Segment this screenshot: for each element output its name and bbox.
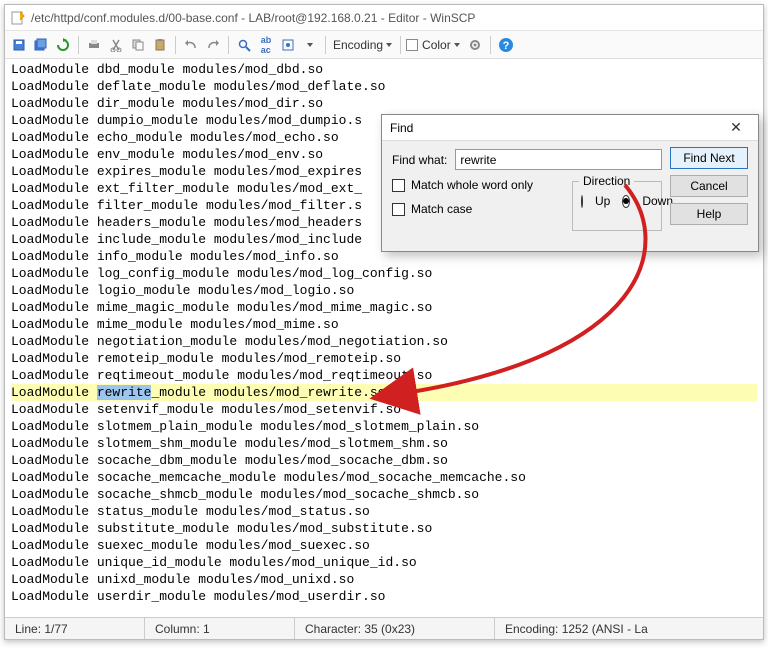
find-dialog-titlebar: Find ✕ xyxy=(382,115,758,141)
editor-line[interactable]: LoadModule suexec_module modules/mod_sue… xyxy=(11,537,757,554)
direction-up-radio[interactable] xyxy=(581,195,583,208)
save-all-icon[interactable] xyxy=(31,35,51,55)
editor-line[interactable]: LoadModule dir_module modules/mod_dir.so xyxy=(11,95,757,112)
cancel-button[interactable]: Cancel xyxy=(670,175,748,197)
direction-down-label: Down xyxy=(642,194,673,208)
status-character: Character: 35 (0x23) xyxy=(295,618,495,639)
editor-line[interactable]: LoadModule socache_shmcb_module modules/… xyxy=(11,486,757,503)
undo-icon[interactable] xyxy=(181,35,201,55)
direction-group: Direction Up Down xyxy=(572,181,662,231)
dropdown-icon[interactable] xyxy=(300,35,320,55)
editor-line[interactable]: LoadModule log_config_module modules/mod… xyxy=(11,265,757,282)
find-input[interactable] xyxy=(455,149,662,170)
editor-line[interactable]: LoadModule mime_magic_module modules/mod… xyxy=(11,299,757,316)
status-encoding: Encoding: 1252 (ANSI - La xyxy=(495,618,763,639)
editor-line[interactable]: LoadModule substitute_module modules/mod… xyxy=(11,520,757,537)
direction-legend: Direction xyxy=(579,174,634,188)
editor-window: /etc/httpd/conf.modules.d/00-base.conf -… xyxy=(4,4,764,640)
find-icon[interactable] xyxy=(234,35,254,55)
match-case-label: Match case xyxy=(411,202,472,216)
redo-icon[interactable] xyxy=(203,35,223,55)
paste-icon[interactable] xyxy=(150,35,170,55)
save-icon[interactable] xyxy=(9,35,29,55)
editor-line[interactable]: LoadModule mime_module modules/mod_mime.… xyxy=(11,316,757,333)
editor-line[interactable]: LoadModule logio_module modules/mod_logi… xyxy=(11,282,757,299)
window-title: /etc/httpd/conf.modules.d/00-base.conf -… xyxy=(31,11,475,25)
close-icon[interactable]: ✕ xyxy=(722,118,750,138)
editor-line[interactable]: LoadModule unixd_module modules/mod_unix… xyxy=(11,571,757,588)
goto-icon[interactable] xyxy=(278,35,298,55)
editor-line[interactable]: LoadModule reqtimeout_module modules/mod… xyxy=(11,367,757,384)
editor-line[interactable]: LoadModule socache_dbm_module modules/mo… xyxy=(11,452,757,469)
editor-line[interactable]: LoadModule negotiation_module modules/mo… xyxy=(11,333,757,350)
replace-icon[interactable]: abac xyxy=(256,35,276,55)
match-whole-word-label: Match whole word only xyxy=(411,178,533,192)
reload-icon[interactable] xyxy=(53,35,73,55)
print-icon[interactable] xyxy=(84,35,104,55)
editor-line[interactable]: LoadModule deflate_module modules/mod_de… xyxy=(11,78,757,95)
find-dialog: Find ✕ Find what: Match whole word only … xyxy=(381,114,759,252)
titlebar: /etc/httpd/conf.modules.d/00-base.conf -… xyxy=(5,5,763,31)
match-case-checkbox[interactable] xyxy=(392,203,405,216)
statusbar: Line: 1/77 Column: 1 Character: 35 (0x23… xyxy=(5,617,763,639)
svg-text:?: ? xyxy=(502,40,509,52)
editor-line[interactable]: LoadModule rewrite_module modules/mod_re… xyxy=(11,384,757,401)
app-icon xyxy=(11,11,25,25)
editor-line[interactable]: LoadModule socache_memcache_module modul… xyxy=(11,469,757,486)
match-whole-word-checkbox[interactable] xyxy=(392,179,405,192)
editor-line[interactable]: LoadModule setenvif_module modules/mod_s… xyxy=(11,401,757,418)
find-what-label: Find what: xyxy=(392,153,447,167)
editor-line[interactable]: LoadModule unique_id_module modules/mod_… xyxy=(11,554,757,571)
editor-line[interactable]: LoadModule remoteip_module modules/mod_r… xyxy=(11,350,757,367)
status-column: Column: 1 xyxy=(145,618,295,639)
toolbar: abac Encoding Color ? xyxy=(5,31,763,59)
help-icon[interactable]: ? xyxy=(496,35,516,55)
find-next-button[interactable]: Find Next xyxy=(670,147,748,169)
editor-line[interactable]: LoadModule dbd_module modules/mod_dbd.so xyxy=(11,61,757,78)
direction-down-radio[interactable] xyxy=(622,195,630,208)
find-dialog-title: Find xyxy=(390,121,413,135)
encoding-menu[interactable]: Encoding xyxy=(331,38,395,52)
cut-icon[interactable] xyxy=(106,35,126,55)
editor-line[interactable]: LoadModule status_module modules/mod_sta… xyxy=(11,503,757,520)
editor-line[interactable]: LoadModule slotmem_shm_module modules/mo… xyxy=(11,435,757,452)
status-line: Line: 1/77 xyxy=(5,618,145,639)
direction-up-label: Up xyxy=(595,194,610,208)
help-button[interactable]: Help xyxy=(670,203,748,225)
copy-icon[interactable] xyxy=(128,35,148,55)
editor-line[interactable]: LoadModule userdir_module modules/mod_us… xyxy=(11,588,757,605)
editor-line[interactable]: LoadModule slotmem_plain_module modules/… xyxy=(11,418,757,435)
color-checkbox[interactable] xyxy=(406,39,418,51)
settings-icon[interactable] xyxy=(465,35,485,55)
color-menu[interactable]: Color xyxy=(420,38,463,52)
